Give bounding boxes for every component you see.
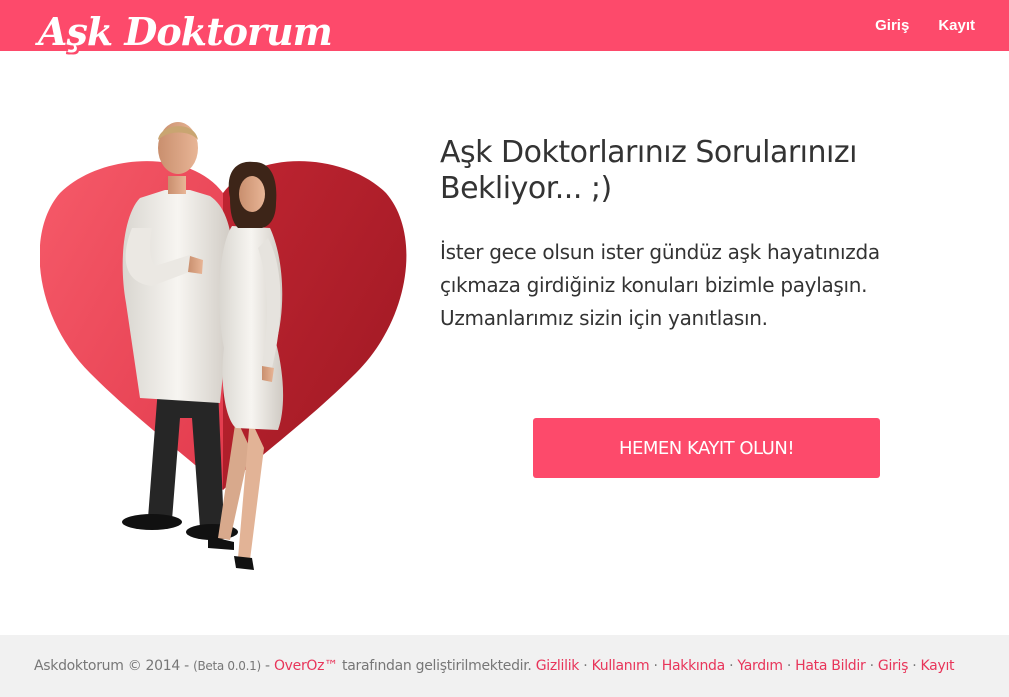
footer-separator: · [653, 658, 658, 674]
top-nav: Giriş Kayıt [875, 0, 975, 51]
nav-register-link[interactable]: Kayıt [938, 17, 975, 34]
footer-separator: · [729, 658, 734, 674]
footer-link-report-bug[interactable]: Hata Bildir [795, 658, 866, 674]
site-logo[interactable]: Aşk Doktorum [38, 8, 333, 56]
hero-headline: Aşk Doktorlarınız Sorularınızı Bekliyor.… [440, 135, 857, 206]
footer-separator: · [869, 658, 874, 674]
footer-content: Askdoktorum © 2014 - (Beta 0.0.1) - Over… [34, 658, 955, 674]
footer-link-privacy[interactable]: Gizlilik [536, 658, 580, 674]
nav-login-link[interactable]: Giriş [875, 17, 909, 34]
footer-link-terms[interactable]: Kullanım [592, 658, 650, 674]
footer: Askdoktorum © 2014 - (Beta 0.0.1) - Over… [0, 635, 1009, 697]
footer-link-login[interactable]: Giriş [878, 658, 908, 674]
footer-developer-text: tarafından geliştirilmektedir. [342, 658, 532, 674]
footer-separator: · [912, 658, 917, 674]
footer-developer-link[interactable]: OverOz™ [274, 658, 338, 674]
hero-description: İster gece olsun ister gündüz aşk hayatı… [440, 240, 880, 330]
footer-link-help[interactable]: Yardım [737, 658, 783, 674]
footer-link-about[interactable]: Hakkında [662, 658, 725, 674]
footer-version: (Beta 0.0.1) [193, 659, 261, 673]
register-now-button[interactable]: HEMEN KAYIT OLUN! [533, 418, 880, 478]
footer-separator: · [786, 658, 792, 674]
footer-separator: · [583, 658, 588, 674]
top-navbar: Aşk Doktorum Giriş Kayıt [0, 0, 1009, 54]
footer-link-register[interactable]: Kayıt [921, 658, 955, 674]
heart-doctors-illustration [39, 118, 410, 578]
footer-dash: - [265, 658, 270, 674]
footer-copyright: Askdoktorum © 2014 - [34, 658, 189, 674]
